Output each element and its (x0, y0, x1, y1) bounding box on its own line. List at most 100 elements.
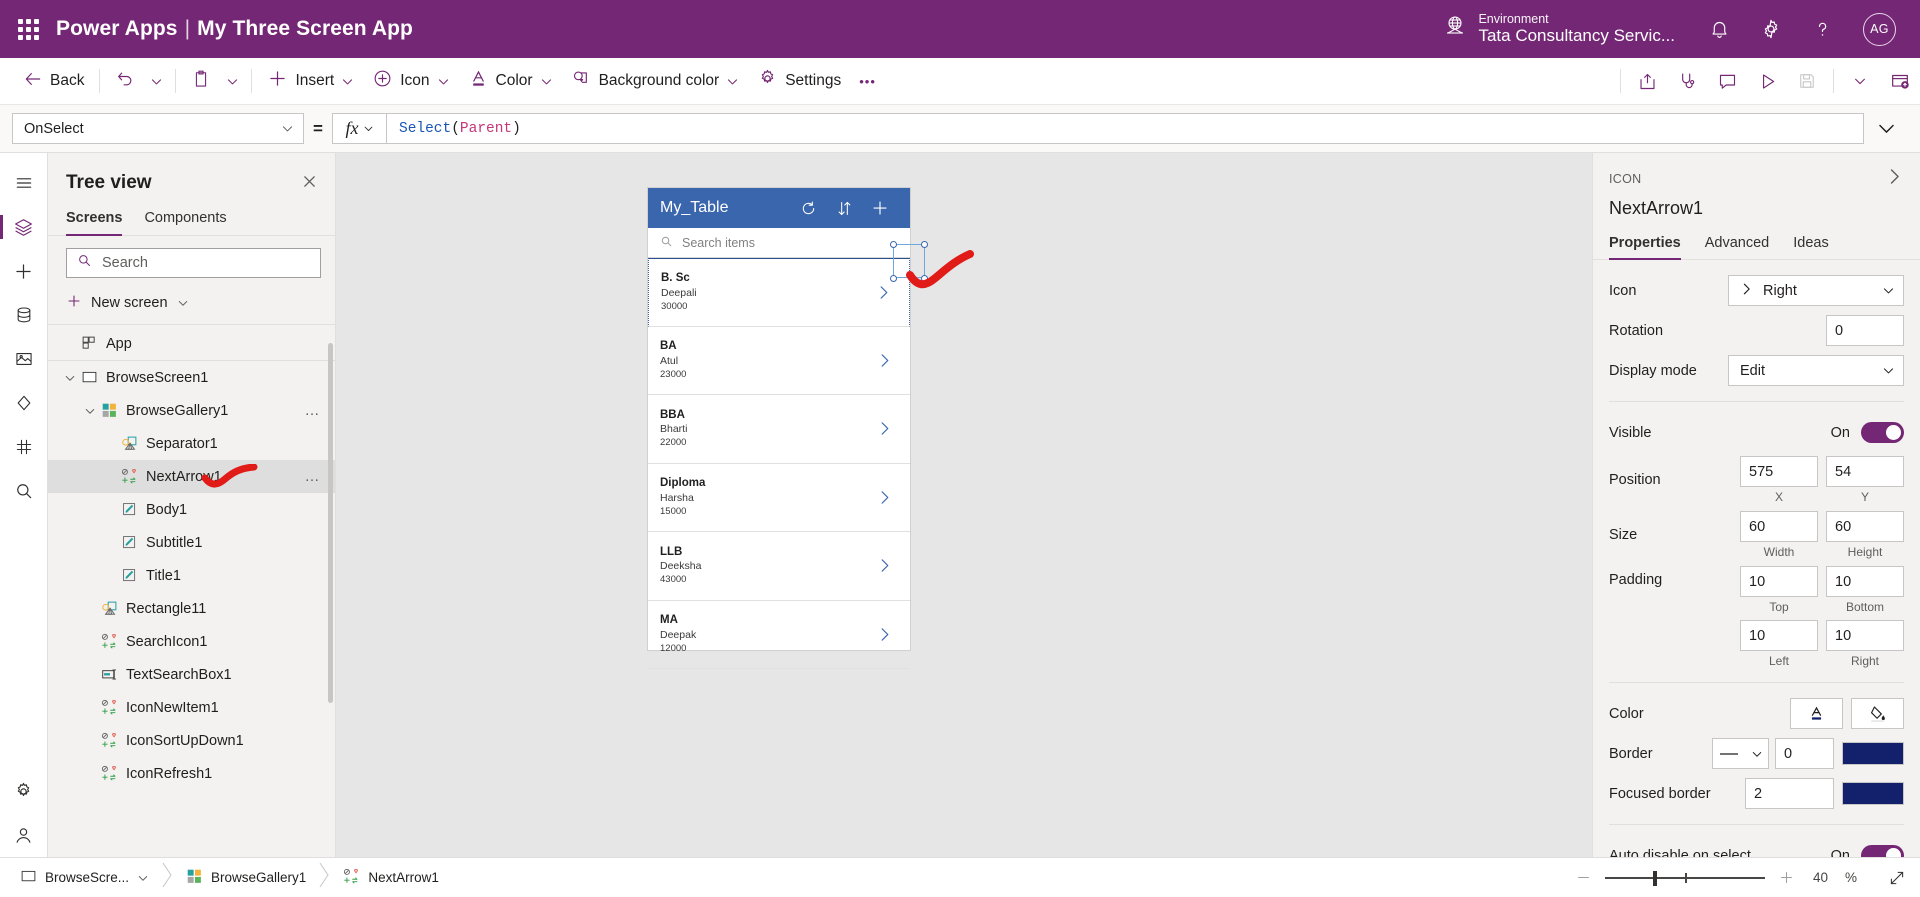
next-arrow-icon[interactable] (870, 627, 898, 642)
gallery-item[interactable]: DiplomaHarsha15000 (648, 464, 910, 533)
gallery-item[interactable]: B. ScDeepali30000 (648, 258, 910, 327)
rail-tree-view-button[interactable] (0, 205, 48, 249)
rail-insert-button[interactable] (0, 249, 48, 293)
notification-bell-icon[interactable] (1709, 19, 1730, 40)
gallery-item[interactable]: BAAtul23000 (648, 327, 910, 396)
insert-button[interactable]: Insert (258, 62, 363, 100)
display-mode-select[interactable]: Edit (1728, 355, 1904, 386)
tree-item-app[interactable]: App (48, 327, 335, 360)
tree-item-iconrefresh1[interactable]: IconRefresh1 (48, 757, 335, 790)
border-width-input[interactable] (1775, 738, 1834, 769)
breadcrumb-item[interactable]: NextArrow1 (337, 868, 445, 888)
search-input[interactable] (102, 255, 310, 271)
close-icon[interactable] (298, 170, 321, 196)
tree-item-iconnewitem1[interactable]: IconNewItem1 (48, 691, 335, 724)
tree-item-more-button[interactable]: … (299, 402, 328, 419)
selection-handle[interactable] (921, 241, 928, 248)
publish-button[interactable] (1880, 62, 1920, 100)
visible-toggle[interactable] (1861, 422, 1904, 443)
breadcrumb-item[interactable]: BrowseScre... (14, 868, 155, 888)
icon-select[interactable]: Right (1728, 275, 1904, 306)
rail-account-button[interactable] (0, 813, 48, 857)
tree-scrollbar[interactable] (328, 343, 333, 703)
formula-expand-button[interactable] (1864, 119, 1908, 138)
undo-button[interactable] (106, 62, 144, 100)
tree-expand-toggle[interactable] (82, 405, 98, 417)
fill-color-button[interactable] (1851, 698, 1904, 729)
tree-item-browsescreen1[interactable]: BrowseScreen1 (48, 361, 335, 394)
fx-button[interactable]: fx (332, 113, 386, 144)
fit-to-screen-button[interactable] (1888, 869, 1906, 887)
focused-border-width-input[interactable] (1745, 778, 1834, 809)
position-y-input[interactable] (1826, 456, 1904, 487)
refresh-icon[interactable] (790, 200, 826, 217)
back-button[interactable]: Back (14, 62, 93, 100)
share-button[interactable] (1627, 62, 1667, 100)
save-button[interactable] (1787, 62, 1827, 100)
rail-search-button[interactable] (0, 469, 48, 513)
auto-disable-toggle[interactable] (1861, 845, 1904, 857)
rail-media-button[interactable] (0, 337, 48, 381)
border-style-select[interactable] (1712, 738, 1769, 769)
padding-bottom-input[interactable] (1826, 566, 1904, 597)
tree-item-iconsortupdown1[interactable]: IconSortUpDown1 (48, 724, 335, 757)
rail-menu-button[interactable] (0, 161, 48, 205)
rotation-input[interactable] (1826, 315, 1904, 346)
color-button[interactable]: Color (459, 62, 562, 100)
border-color-chip[interactable] (1842, 742, 1904, 765)
padding-top-input[interactable] (1740, 566, 1818, 597)
size-height-input[interactable] (1826, 511, 1904, 542)
selection-handle[interactable] (921, 275, 928, 282)
tree-item-more-button[interactable]: … (299, 468, 328, 485)
size-width-input[interactable] (1740, 511, 1818, 542)
tree-item-rectangle11[interactable]: Rectangle11 (48, 592, 335, 625)
rail-variables-button[interactable] (0, 425, 48, 469)
position-x-input[interactable] (1740, 456, 1818, 487)
undo-dropdown[interactable] (144, 62, 169, 100)
next-arrow-icon[interactable] (869, 285, 897, 300)
app-checker-button[interactable] (1667, 62, 1707, 100)
background-color-button[interactable]: Background color (562, 62, 749, 100)
add-icon[interactable] (862, 199, 898, 217)
tab-components[interactable]: Components (144, 206, 226, 235)
next-arrow-icon[interactable] (870, 421, 898, 436)
app-launcher-button[interactable] (0, 19, 56, 40)
app-canvas[interactable]: My_Table Search items (336, 153, 1592, 857)
rail-data-button[interactable] (0, 293, 48, 337)
tree-item-subtitle1[interactable]: Subtitle1 (48, 526, 335, 559)
tree-item-searchicon1[interactable]: SearchIcon1 (48, 625, 335, 658)
paste-dropdown[interactable] (220, 62, 245, 100)
tree-item-browsegallery1[interactable]: BrowseGallery1… (48, 394, 335, 427)
rail-settings-button[interactable] (0, 769, 48, 813)
tree-expand-toggle[interactable] (62, 372, 78, 384)
preview-search-box[interactable]: Search items (648, 228, 910, 258)
preview-play-button[interactable] (1747, 62, 1787, 100)
zoom-in-button[interactable] (1778, 869, 1795, 886)
environment-picker[interactable]: Environment Tata Consultancy Servic... (1443, 12, 1675, 47)
property-selector[interactable]: OnSelect (12, 113, 304, 144)
rail-power-automate-button[interactable] (0, 381, 48, 425)
tree-item-title1[interactable]: Title1 (48, 559, 335, 592)
overflow-button[interactable]: ••• (850, 62, 885, 100)
padding-right-input[interactable] (1826, 620, 1904, 651)
next-arrow-icon[interactable] (870, 558, 898, 573)
slider-thumb[interactable] (1653, 871, 1657, 886)
next-arrow-icon[interactable] (870, 353, 898, 368)
help-icon[interactable] (1812, 19, 1833, 40)
font-color-button[interactable] (1790, 698, 1843, 729)
new-screen-button[interactable]: New screen (48, 286, 335, 325)
paste-button[interactable] (182, 62, 220, 100)
settings-button[interactable]: Settings (748, 62, 850, 100)
tab-properties[interactable]: Properties (1609, 235, 1681, 259)
tree-item-nextarrow1[interactable]: NextArrow1… (48, 460, 335, 493)
tree-item-body1[interactable]: Body1 (48, 493, 335, 526)
tab-screens[interactable]: Screens (66, 206, 122, 235)
breadcrumb-item[interactable]: BrowseGallery1 (180, 868, 312, 888)
app-preview-screen[interactable]: My_Table Search items (648, 188, 910, 650)
padding-left-input[interactable] (1740, 620, 1818, 651)
preview-gallery[interactable]: B. ScDeepali30000BAAtul23000BBABharti220… (648, 258, 910, 669)
icon-button[interactable]: Icon (363, 62, 458, 100)
comments-button[interactable] (1707, 62, 1747, 100)
zoom-slider[interactable] (1605, 869, 1765, 887)
zoom-out-button[interactable] (1575, 869, 1592, 886)
